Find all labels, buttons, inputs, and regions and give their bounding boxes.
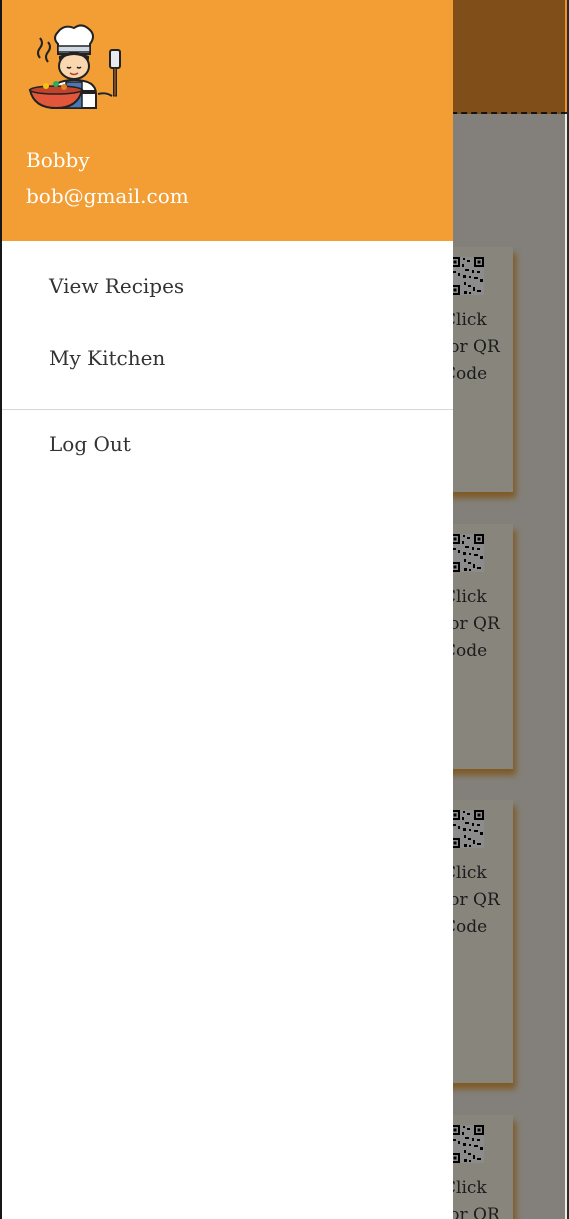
menu-item-log-out[interactable]: Log Out bbox=[49, 432, 131, 456]
menu-item-my-kitchen[interactable]: My Kitchen bbox=[49, 346, 165, 370]
chef-cooking-icon bbox=[28, 24, 121, 110]
user-name: Bobby bbox=[26, 148, 90, 172]
menu-item-view-recipes[interactable]: View Recipes bbox=[49, 274, 184, 298]
menu-divider bbox=[2, 409, 453, 410]
user-email: bob@gmail.com bbox=[26, 184, 189, 208]
navigation-drawer: Bobby bob@gmail.com View Recipes My Kitc… bbox=[2, 0, 453, 1219]
drawer-header: Bobby bob@gmail.com bbox=[2, 0, 453, 241]
